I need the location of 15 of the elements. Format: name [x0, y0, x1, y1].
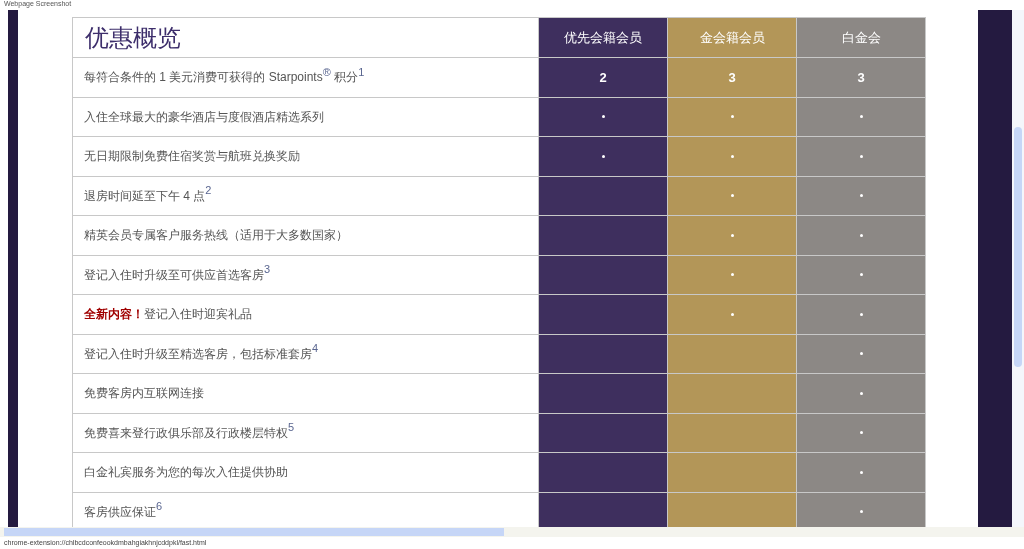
column-header: 白金会 [796, 18, 925, 57]
points-value: 2 [599, 68, 607, 87]
column-header: 优先会籍会员 [538, 18, 667, 57]
benefit-label: 白金礼宾服务为您的每次入住提供协助 [84, 464, 288, 482]
benefit-label: 全新内容！登记入住时迎宾礼品 [84, 306, 252, 324]
table-title: 优惠概览 [85, 22, 181, 53]
horizontal-scrollbar[interactable] [0, 527, 1024, 537]
benefit-label: 免费客房内互联网连接 [84, 385, 204, 403]
benefit-label: 无日期限制免费住宿奖赏与航班兑换奖励 [84, 148, 300, 166]
column-header: 金会籍会员 [667, 18, 796, 57]
points-value: 3 [857, 68, 865, 87]
benefit-label: 精英会员专属客户服务热线（适用于大多数国家） [84, 227, 348, 245]
vertical-scrollbar[interactable] [1012, 10, 1024, 527]
points-value: 3 [728, 68, 736, 87]
benefit-label: 入住全球最大的豪华酒店与度假酒店精选系列 [84, 108, 324, 126]
